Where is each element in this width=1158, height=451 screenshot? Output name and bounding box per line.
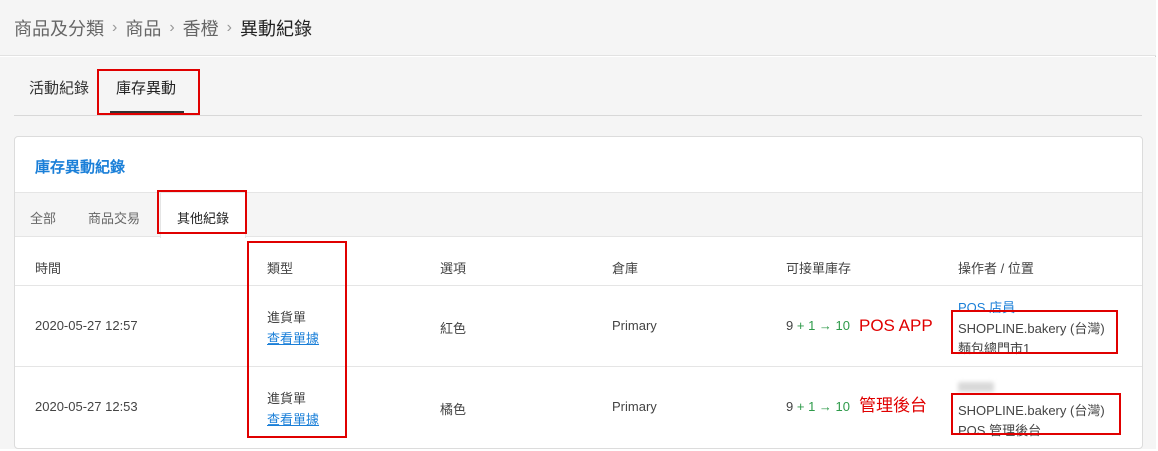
breadcrumb-item-products[interactable]: 商品	[125, 15, 161, 41]
stock-after: 10	[835, 318, 851, 333]
annotation-box-other-records	[157, 190, 247, 234]
annotation-box-inventory-tab	[97, 69, 200, 115]
table-divider	[15, 285, 1142, 286]
stock-after: 10	[835, 399, 851, 414]
breadcrumb: 商品及分類 › 商品 › 香橙 › 異動紀錄	[0, 0, 1156, 56]
row-stock-change: 9 + 1 → 10	[786, 399, 850, 414]
stock-delta: + 1	[796, 399, 816, 414]
app-frame: 商品及分類 › 商品 › 香橙 › 異動紀錄 活動紀錄 庫存異動 庫存異動紀錄 …	[0, 0, 1156, 449]
redacted-block	[958, 382, 994, 392]
arrow-right-icon: →	[818, 399, 832, 414]
tab-all[interactable]: 全部	[30, 208, 56, 227]
annotation-label-pos-app: POS APP	[859, 316, 933, 335]
tab-activity-log[interactable]: 活動紀錄	[29, 77, 89, 98]
column-header-time: 時間	[35, 261, 62, 276]
row-warehouse: Primary	[612, 399, 657, 414]
row-time: 2020-05-27 12:57	[35, 318, 138, 333]
breadcrumb-separator-icon: ›	[226, 18, 232, 36]
annotation-label-admin: 管理後台	[859, 396, 927, 415]
column-header-available-stock: 可接單庫存	[786, 261, 852, 276]
row-time: 2020-05-27 12:53	[35, 399, 138, 414]
breadcrumb-separator-icon: ›	[169, 18, 175, 36]
card-title: 庫存異動紀錄	[35, 159, 126, 176]
annotation-box-type-column	[247, 241, 347, 438]
tab-product-transactions[interactable]: 商品交易	[88, 208, 140, 227]
breadcrumb-item-categories[interactable]: 商品及分類	[14, 15, 104, 41]
row-stock-change: 9 + 1 → 10	[786, 318, 850, 333]
row-warehouse: Primary	[612, 318, 657, 333]
breadcrumb-separator-icon: ›	[112, 18, 118, 36]
breadcrumb-current: 異動紀錄	[239, 18, 312, 39]
stock-before: 9	[786, 399, 794, 414]
row-option: 橘色	[440, 402, 467, 417]
stock-before: 9	[786, 318, 794, 333]
breadcrumb-item-product[interactable]: 香橙	[183, 15, 219, 41]
column-header-operator-location: 操作者 / 位置	[958, 261, 1034, 276]
annotation-box-location-row2	[951, 393, 1121, 435]
table-divider	[15, 366, 1142, 367]
column-header-option: 選項	[440, 261, 467, 276]
row-option: 紅色	[440, 321, 467, 336]
column-header-warehouse: 倉庫	[612, 261, 639, 276]
annotation-box-location-row1	[951, 310, 1118, 354]
stock-delta: + 1	[796, 318, 816, 333]
arrow-right-icon: →	[818, 318, 832, 333]
